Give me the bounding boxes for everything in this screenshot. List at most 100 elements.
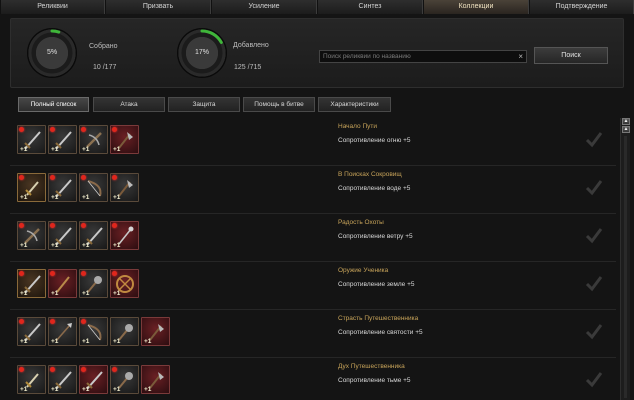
relic-slot[interactable]: +1	[79, 221, 108, 250]
relic-slot[interactable]: +1	[17, 365, 46, 394]
enhance-level: +1	[20, 194, 28, 201]
relic-slot[interactable]: +1	[110, 221, 139, 250]
enhance-level: +1	[82, 242, 90, 249]
enhance-level: +1	[113, 386, 121, 393]
new-indicator-dot	[50, 319, 55, 324]
tab-summon[interactable]: Призвать	[105, 0, 211, 14]
relic-slot[interactable]: +1	[110, 173, 139, 202]
collected-progress-ring: 5%	[27, 28, 77, 78]
filter-full-list[interactable]: Полный список	[18, 97, 89, 112]
enhance-level: +1	[113, 290, 121, 297]
enhance-level: +1	[51, 386, 59, 393]
added-value: 125 /715	[234, 64, 262, 71]
relic-slot[interactable]: +1	[79, 317, 108, 346]
enhance-level: +1	[113, 338, 121, 345]
relic-slot[interactable]: +1	[48, 173, 77, 202]
relic-slot[interactable]: +1	[110, 125, 139, 154]
relic-slot[interactable]: +1	[17, 317, 46, 346]
collection-row[interactable]: +1 +1 +1 +1 +1 Дух Путешественника Сопротивлен…	[10, 358, 616, 400]
enhance-level: +1	[82, 338, 90, 345]
new-indicator-dot	[81, 367, 86, 372]
added-progress-ring: 17%	[177, 28, 227, 78]
register-check-icon[interactable]	[584, 130, 604, 150]
new-indicator-dot	[81, 175, 86, 180]
collection-row[interactable]: +1 +1 +1 +1 Оружие Ученика Сопротивление земл…	[10, 262, 616, 310]
new-indicator-dot	[19, 223, 24, 228]
collection-row[interactable]: +1 +1 +1 +1 Радость Охоты Сопротивление ветру…	[10, 214, 616, 262]
filter-defense[interactable]: Защита	[168, 97, 240, 112]
register-check-icon[interactable]	[584, 322, 604, 342]
relic-slot[interactable]: +1	[141, 317, 170, 346]
relic-slot[interactable]: +1	[110, 317, 139, 346]
scroll-top-icon[interactable]: ▲	[622, 118, 630, 125]
new-indicator-dot	[19, 319, 24, 324]
list-scrollbar[interactable]: ▲ ▲	[620, 118, 630, 400]
collection-bonus: Сопротивление тьме +5	[338, 377, 411, 384]
new-indicator-dot	[81, 271, 86, 276]
new-indicator-dot	[19, 175, 24, 180]
scrollbar-track[interactable]	[624, 136, 627, 398]
relic-slot[interactable]: +1	[17, 269, 46, 298]
enhance-level: +1	[20, 290, 28, 297]
enhance-level: +1	[82, 194, 90, 201]
new-indicator-dot	[112, 175, 117, 180]
relic-slot[interactable]: +1	[48, 221, 77, 250]
relic-slot[interactable]: +1	[79, 173, 108, 202]
collection-name: Дух Путешественника	[338, 363, 405, 370]
register-check-icon[interactable]	[584, 226, 604, 246]
new-indicator-dot	[112, 367, 117, 372]
collection-name: Начало Пути	[338, 123, 377, 130]
filter-attack[interactable]: Атака	[93, 97, 165, 112]
new-indicator-dot	[50, 223, 55, 228]
collected-value: 10 /177	[93, 64, 117, 71]
tab-relics[interactable]: Реликвии	[0, 0, 105, 14]
relic-slot[interactable]: +1	[17, 125, 46, 154]
collection-bonus: Сопротивление земле +5	[338, 281, 415, 288]
enhance-level: +1	[51, 194, 59, 201]
enhance-level: +1	[20, 242, 28, 249]
relic-slot[interactable]: +1	[79, 365, 108, 394]
register-check-icon[interactable]	[584, 178, 604, 198]
relic-slot[interactable]: +1	[17, 221, 46, 250]
new-indicator-dot	[19, 127, 24, 132]
scroll-up-icon[interactable]: ▲	[622, 126, 630, 133]
collection-row[interactable]: +1 +1 +1 +1 +1 Страсть Путешественника Сопроти…	[10, 310, 616, 358]
relic-slot[interactable]: +1	[141, 365, 170, 394]
added-label: Добавлено	[233, 42, 269, 49]
enhance-level: +1	[113, 194, 121, 201]
tab-collections[interactable]: Коллекции	[423, 0, 529, 14]
relic-slot[interactable]: +1	[48, 365, 77, 394]
relic-search-input[interactable]	[320, 51, 510, 62]
new-indicator-dot	[50, 175, 55, 180]
filter-stats[interactable]: Характеристики	[318, 97, 391, 112]
relic-slot[interactable]: +1	[79, 269, 108, 298]
new-indicator-dot	[19, 367, 24, 372]
new-indicator-dot	[50, 367, 55, 372]
search-button[interactable]: Поиск	[534, 47, 608, 64]
collection-summary-panel: 5% Собрано 10 /177 17% Добавлено 125 /71…	[10, 18, 624, 88]
new-indicator-dot	[112, 223, 117, 228]
relic-slot[interactable]: +1	[48, 269, 77, 298]
enhance-level: +1	[144, 386, 152, 393]
tab-enhance[interactable]: Усиление	[211, 0, 317, 14]
collection-list[interactable]: +1 +1 +1 +1 Начало Пути Сопротивление огню +5…	[10, 118, 616, 400]
relic-slot[interactable]: +1	[110, 365, 139, 394]
register-check-icon[interactable]	[584, 370, 604, 390]
relic-slot[interactable]: +1	[48, 125, 77, 154]
relic-slot[interactable]: +1	[48, 317, 77, 346]
register-check-icon[interactable]	[584, 274, 604, 294]
tab-synthesis[interactable]: Синтез	[317, 0, 423, 14]
collection-row[interactable]: +1 +1 +1 +1 Начало Пути Сопротивление огню +5	[10, 118, 616, 166]
filter-battle-help[interactable]: Помощь в битве	[243, 97, 315, 112]
clear-search-icon[interactable]: ×	[518, 51, 523, 62]
collection-name: Страсть Путешественника	[338, 315, 419, 322]
relic-slot[interactable]: +1	[79, 125, 108, 154]
collected-label: Собрано	[89, 43, 118, 50]
enhance-level: +1	[20, 146, 28, 153]
relic-search-box: ×	[319, 50, 527, 63]
tab-confirmation[interactable]: Подтверждение	[529, 0, 634, 14]
enhance-level: +1	[82, 290, 90, 297]
relic-slot[interactable]: +1	[110, 269, 139, 298]
relic-slot[interactable]: +1	[17, 173, 46, 202]
collection-row[interactable]: +1 +1 +1 +1 В Поисках Сокровищ Сопротивление …	[10, 166, 616, 214]
